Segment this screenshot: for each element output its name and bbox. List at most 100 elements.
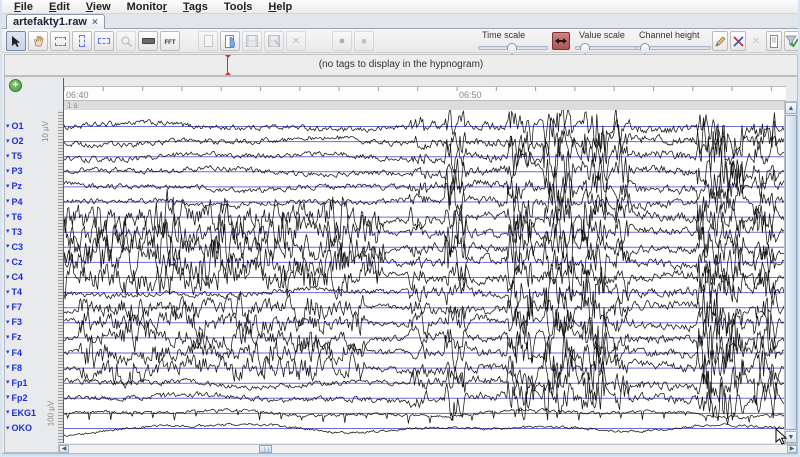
channel-label-fz[interactable]: ▾Fz xyxy=(6,332,58,343)
channel-label-c3[interactable]: ▾C3 xyxy=(6,241,58,252)
channel-collapse-icon[interactable]: ▾ xyxy=(6,138,10,145)
menu-tools[interactable]: Tools xyxy=(216,1,261,13)
select-column-icon xyxy=(79,35,85,47)
select-arrow-button[interactable] xyxy=(6,31,26,51)
scroll-right-arrow[interactable]: ▶ xyxy=(787,445,797,453)
vertical-scrollbar[interactable]: ▲ ▼ xyxy=(784,101,798,444)
channel-collapse-icon[interactable]: ▾ xyxy=(6,258,10,265)
filter-tags-button[interactable] xyxy=(784,31,800,51)
vertical-scroll-thumb[interactable] xyxy=(785,115,797,430)
channel-label-f4[interactable]: ▾F4 xyxy=(6,347,58,358)
tag-document-icon xyxy=(768,35,780,48)
page-preview-button[interactable] xyxy=(220,31,240,51)
fft-icon: FFT xyxy=(165,36,176,46)
channel-label-cz[interactable]: ▾Cz xyxy=(6,256,58,267)
channel-label-t3[interactable]: ▾T3 xyxy=(6,226,58,237)
tab-close-icon[interactable]: × xyxy=(92,18,98,27)
channel-collapse-icon[interactable]: ▾ xyxy=(6,409,10,416)
menu-monitor[interactable]: Monitor xyxy=(119,1,175,13)
value-scale-bottom-label: 100 µV xyxy=(46,401,55,427)
slider-thumb[interactable] xyxy=(640,43,650,54)
hypnogram-position-marker[interactable] xyxy=(227,56,228,74)
hypnogram-strip[interactable]: (no tags to display in the hypnogram) xyxy=(4,54,798,76)
fft-button[interactable]: FFT xyxy=(160,31,180,51)
channel-name: O1 xyxy=(12,121,24,131)
menu-file[interactable]: File xyxy=(6,1,41,13)
tab-bar: artefakty1.raw × xyxy=(2,14,798,29)
ruler-button[interactable] xyxy=(138,31,158,51)
time-unit-label: 1 s xyxy=(67,101,78,110)
channel-label-t4[interactable]: ▾T4 xyxy=(6,287,58,298)
select-rect-button[interactable] xyxy=(50,31,70,51)
slider-track[interactable] xyxy=(478,46,548,50)
channel-collapse-icon[interactable]: ▾ xyxy=(6,425,10,432)
channel-collapse-icon[interactable]: ▾ xyxy=(6,379,10,386)
edit-tag-icon xyxy=(714,35,727,48)
select-column-button[interactable] xyxy=(72,31,92,51)
channel-label-fp1[interactable]: ▾Fp1 xyxy=(6,377,58,388)
slider-thumb[interactable] xyxy=(580,43,590,54)
scroll-up-arrow[interactable]: ▲ xyxy=(785,102,797,114)
channel-collapse-icon[interactable]: ▾ xyxy=(6,153,10,160)
slider-track[interactable] xyxy=(635,46,711,50)
signal-plot-area[interactable] xyxy=(64,110,785,443)
menu-edit[interactable]: Edit xyxy=(41,1,78,13)
time-label: 06:50 xyxy=(459,90,482,100)
channel-height-slider[interactable]: Channel height xyxy=(635,30,711,50)
time-scale-slider[interactable]: Time scale xyxy=(478,30,548,50)
channel-collapse-icon[interactable]: ▾ xyxy=(6,349,10,356)
slider-thumb[interactable] xyxy=(507,43,517,54)
channel-label-p4[interactable]: ▾P4 xyxy=(6,196,58,207)
record-icon: ● xyxy=(339,36,346,46)
channel-collapse-icon[interactable]: ▾ xyxy=(6,213,10,220)
channel-label-o2[interactable]: ▾O2 xyxy=(6,136,58,147)
manage-tags-button[interactable] xyxy=(730,31,746,51)
channel-collapse-icon[interactable]: ▾ xyxy=(6,304,10,311)
pan-hand-button[interactable] xyxy=(28,31,48,51)
channel-collapse-icon[interactable]: ▾ xyxy=(6,274,10,281)
channel-name: T4 xyxy=(12,287,23,297)
menu-help[interactable]: Help xyxy=(260,1,300,13)
channel-collapse-icon[interactable]: ▾ xyxy=(6,334,10,341)
channel-collapse-icon[interactable]: ▾ xyxy=(6,319,10,326)
add-tag-button[interactable]: + xyxy=(9,79,22,92)
channel-label-t5[interactable]: ▾T5 xyxy=(6,151,58,162)
channel-label-pz[interactable]: ▾Pz xyxy=(6,181,58,192)
time-scale-special-button[interactable] xyxy=(552,32,570,50)
menu-tags[interactable]: Tags xyxy=(175,1,216,13)
channel-label-f7[interactable]: ▾F7 xyxy=(6,302,58,313)
value-scale-top-label: 10 µV xyxy=(41,121,50,142)
channel-collapse-icon[interactable]: ▾ xyxy=(6,168,10,175)
zoom-icon xyxy=(120,35,133,48)
scroll-left-arrow[interactable]: ◀ xyxy=(59,445,69,453)
delete-tag-icon: ✕ xyxy=(752,36,760,47)
channel-label-f8[interactable]: ▾F8 xyxy=(6,362,58,373)
channel-name: F8 xyxy=(12,363,23,373)
channel-label-f3[interactable]: ▾F3 xyxy=(6,317,58,328)
channel-label-t6[interactable]: ▾T6 xyxy=(6,211,58,222)
channel-collapse-icon[interactable]: ▾ xyxy=(6,394,10,401)
channel-collapse-icon[interactable]: ▾ xyxy=(6,228,10,235)
channel-collapse-icon[interactable]: ▾ xyxy=(6,123,10,130)
hypnogram-message: (no tags to display in the hypnogram) xyxy=(5,59,797,70)
edit-tag-button[interactable] xyxy=(712,31,728,51)
channel-label-p3[interactable]: ▾P3 xyxy=(6,166,58,177)
tab-artefakty1[interactable]: artefakty1.raw × xyxy=(6,14,105,29)
channel-label-o1[interactable]: ▾O1 xyxy=(6,121,58,132)
channel-collapse-icon[interactable]: ▾ xyxy=(6,243,10,250)
delete-tag-button: ✕ xyxy=(748,31,764,51)
channel-collapse-icon[interactable]: ▾ xyxy=(6,183,10,190)
close-document-icon: ✕ xyxy=(292,36,300,47)
channel-label-c4[interactable]: ▾C4 xyxy=(6,272,58,283)
channel-collapse-icon[interactable]: ▾ xyxy=(6,289,10,296)
menu-view[interactable]: View xyxy=(78,1,119,13)
select-row-button[interactable] xyxy=(94,31,114,51)
tag-document-button[interactable] xyxy=(766,31,782,51)
time-ruler[interactable]: 06:4006:50 xyxy=(64,86,786,101)
window-bottom-edge xyxy=(2,453,798,457)
horizontal-scroll-thumb[interactable] xyxy=(259,445,272,453)
channel-collapse-icon[interactable]: ▾ xyxy=(6,364,10,371)
mouse-cursor xyxy=(773,428,789,446)
channel-collapse-icon[interactable]: ▾ xyxy=(6,198,10,205)
horizontal-arrows-icon xyxy=(555,32,567,50)
